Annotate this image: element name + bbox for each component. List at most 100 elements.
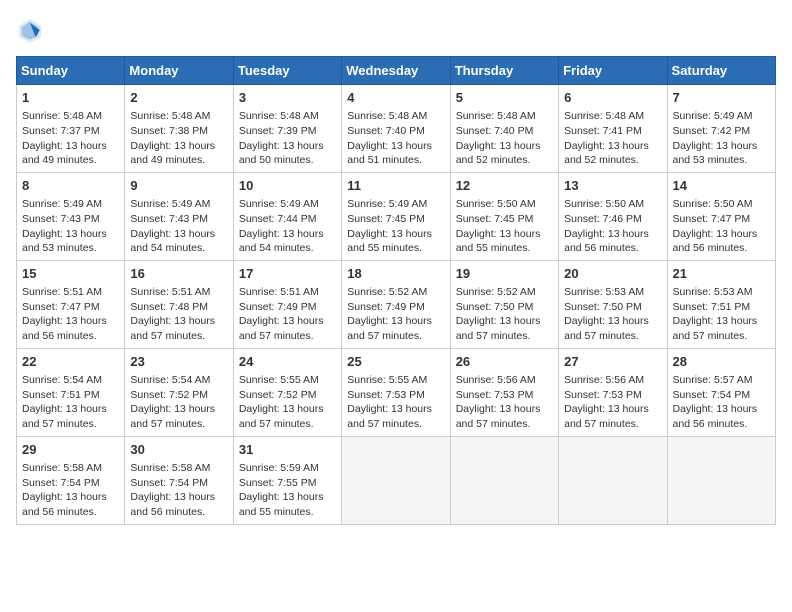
- calendar-cell: 16Sunrise: 5:51 AM Sunset: 7:48 PM Dayli…: [125, 260, 233, 348]
- calendar-week-row: 15 Sunrise: 5:51 AM Sunset: 7:47 PM Dayli…: [17, 260, 776, 348]
- day-info: Sunrise: 5:54 AM Sunset: 7:52 PM Dayligh…: [130, 373, 227, 432]
- calendar-week-row: 1 Sunrise: 5:48 AM Sunset: 7:37 PM Daylig…: [17, 85, 776, 173]
- day-number: 17: [239, 265, 336, 283]
- day-info: Sunrise: 5:49 AM Sunset: 7:42 PM Dayligh…: [673, 109, 770, 168]
- day-number: 21: [673, 265, 770, 283]
- calendar-header-monday: Monday: [125, 57, 233, 85]
- day-info: Sunrise: 5:51 AM Sunset: 7:47 PM Dayligh…: [22, 285, 119, 344]
- day-info: Sunrise: 5:52 AM Sunset: 7:49 PM Dayligh…: [347, 285, 444, 344]
- calendar-cell: 10 Sunrise: 5:49 AM Sunset: 7:44 PM Dayli…: [233, 172, 341, 260]
- day-info: Sunrise: 5:48 AM Sunset: 7:40 PM Dayligh…: [456, 109, 553, 168]
- calendar-cell: 7 Sunrise: 5:49 AM Sunset: 7:42 PM Daylig…: [667, 85, 775, 173]
- calendar-cell: 4Sunrise: 5:48 AM Sunset: 7:40 PM Daylig…: [342, 85, 450, 173]
- day-info: Sunrise: 5:50 AM Sunset: 7:45 PM Dayligh…: [456, 197, 553, 256]
- calendar-cell: 28 Sunrise: 5:57 AM Sunset: 7:54 PM Dayli…: [667, 348, 775, 436]
- day-info: Sunrise: 5:56 AM Sunset: 7:53 PM Dayligh…: [456, 373, 553, 432]
- day-info: Sunrise: 5:50 AM Sunset: 7:46 PM Dayligh…: [564, 197, 661, 256]
- calendar-table: SundayMondayTuesdayWednesdayThursdayFrid…: [16, 56, 776, 525]
- day-number: 12: [456, 177, 553, 195]
- day-number: 5: [456, 89, 553, 107]
- day-number: 22: [22, 353, 119, 371]
- calendar-cell: [342, 436, 450, 524]
- day-info: Sunrise: 5:48 AM Sunset: 7:41 PM Dayligh…: [564, 109, 661, 168]
- logo: [16, 16, 48, 44]
- day-number: 26: [456, 353, 553, 371]
- calendar-cell: 30 Sunrise: 5:58 AM Sunset: 7:54 PM Dayli…: [125, 436, 233, 524]
- calendar-cell: 24 Sunrise: 5:55 AM Sunset: 7:52 PM Dayli…: [233, 348, 341, 436]
- day-number: 27: [564, 353, 661, 371]
- day-number: 24: [239, 353, 336, 371]
- day-info: Sunrise: 5:48 AM Sunset: 7:40 PM Dayligh…: [347, 109, 444, 168]
- calendar-cell: [667, 436, 775, 524]
- day-number: 15: [22, 265, 119, 283]
- day-info: Sunrise: 5:49 AM Sunset: 7:43 PM Dayligh…: [22, 197, 119, 256]
- day-info: Sunrise: 5:55 AM Sunset: 7:53 PM Dayligh…: [347, 373, 444, 432]
- day-number: 20: [564, 265, 661, 283]
- calendar-cell: 2 Sunrise: 5:48 AM Sunset: 7:38 PM Daylig…: [125, 85, 233, 173]
- day-number: 9: [130, 177, 227, 195]
- day-info: Sunrise: 5:51 AM Sunset: 7:49 PM Dayligh…: [239, 285, 336, 344]
- day-info: Sunrise: 5:51 AM Sunset: 7:48 PM Dayligh…: [130, 285, 227, 344]
- calendar-cell: 21 Sunrise: 5:53 AM Sunset: 7:51 PM Dayli…: [667, 260, 775, 348]
- day-info: Sunrise: 5:50 AM Sunset: 7:47 PM Dayligh…: [673, 197, 770, 256]
- day-info: Sunrise: 5:55 AM Sunset: 7:52 PM Dayligh…: [239, 373, 336, 432]
- day-info: Sunrise: 5:53 AM Sunset: 7:51 PM Dayligh…: [673, 285, 770, 344]
- day-info: Sunrise: 5:52 AM Sunset: 7:50 PM Dayligh…: [456, 285, 553, 344]
- day-info: Sunrise: 5:58 AM Sunset: 7:54 PM Dayligh…: [130, 461, 227, 520]
- day-number: 30: [130, 441, 227, 459]
- day-number: 29: [22, 441, 119, 459]
- day-info: Sunrise: 5:49 AM Sunset: 7:45 PM Dayligh…: [347, 197, 444, 256]
- calendar-cell: 17 Sunrise: 5:51 AM Sunset: 7:49 PM Dayli…: [233, 260, 341, 348]
- calendar-cell: 12 Sunrise: 5:50 AM Sunset: 7:45 PM Dayli…: [450, 172, 558, 260]
- calendar-cell: 5 Sunrise: 5:48 AM Sunset: 7:40 PM Daylig…: [450, 85, 558, 173]
- day-number: 8: [22, 177, 119, 195]
- day-number: 18: [347, 265, 444, 283]
- day-info: Sunrise: 5:57 AM Sunset: 7:54 PM Dayligh…: [673, 373, 770, 432]
- day-number: 10: [239, 177, 336, 195]
- page-header: [16, 16, 776, 44]
- day-number: 11: [347, 177, 444, 195]
- calendar-cell: 27 Sunrise: 5:56 AM Sunset: 7:53 PM Dayli…: [559, 348, 667, 436]
- day-info: Sunrise: 5:58 AM Sunset: 7:54 PM Dayligh…: [22, 461, 119, 520]
- day-info: Sunrise: 5:59 AM Sunset: 7:55 PM Dayligh…: [239, 461, 336, 520]
- calendar-cell: 6 Sunrise: 5:48 AM Sunset: 7:41 PM Daylig…: [559, 85, 667, 173]
- calendar-header-row: SundayMondayTuesdayWednesdayThursdayFrid…: [17, 57, 776, 85]
- calendar-header-saturday: Saturday: [667, 57, 775, 85]
- day-info: Sunrise: 5:48 AM Sunset: 7:38 PM Dayligh…: [130, 109, 227, 168]
- day-info: Sunrise: 5:48 AM Sunset: 7:39 PM Dayligh…: [239, 109, 336, 168]
- day-number: 31: [239, 441, 336, 459]
- day-number: 25: [347, 353, 444, 371]
- day-number: 6: [564, 89, 661, 107]
- day-info: Sunrise: 5:53 AM Sunset: 7:50 PM Dayligh…: [564, 285, 661, 344]
- logo-icon: [16, 16, 44, 44]
- day-number: 1: [22, 89, 119, 107]
- calendar-week-row: 8 Sunrise: 5:49 AM Sunset: 7:43 PM Daylig…: [17, 172, 776, 260]
- day-number: 19: [456, 265, 553, 283]
- calendar-header-friday: Friday: [559, 57, 667, 85]
- calendar-header-sunday: Sunday: [17, 57, 125, 85]
- day-number: 2: [130, 89, 227, 107]
- calendar-header-thursday: Thursday: [450, 57, 558, 85]
- calendar-cell: 26 Sunrise: 5:56 AM Sunset: 7:53 PM Dayli…: [450, 348, 558, 436]
- calendar-cell: [559, 436, 667, 524]
- calendar-week-row: 29 Sunrise: 5:58 AM Sunset: 7:54 PM Dayli…: [17, 436, 776, 524]
- calendar-cell: 20 Sunrise: 5:53 AM Sunset: 7:50 PM Dayli…: [559, 260, 667, 348]
- calendar-cell: 31 Sunrise: 5:59 AM Sunset: 7:55 PM Dayli…: [233, 436, 341, 524]
- day-info: Sunrise: 5:49 AM Sunset: 7:44 PM Dayligh…: [239, 197, 336, 256]
- day-info: Sunrise: 5:54 AM Sunset: 7:51 PM Dayligh…: [22, 373, 119, 432]
- calendar-cell: 23Sunrise: 5:54 AM Sunset: 7:52 PM Dayli…: [125, 348, 233, 436]
- day-number: 14: [673, 177, 770, 195]
- calendar-cell: 22 Sunrise: 5:54 AM Sunset: 7:51 PM Dayli…: [17, 348, 125, 436]
- calendar-cell: 13Sunrise: 5:50 AM Sunset: 7:46 PM Dayli…: [559, 172, 667, 260]
- day-number: 28: [673, 353, 770, 371]
- calendar-week-row: 22 Sunrise: 5:54 AM Sunset: 7:51 PM Dayli…: [17, 348, 776, 436]
- day-info: Sunrise: 5:49 AM Sunset: 7:43 PM Dayligh…: [130, 197, 227, 256]
- day-info: Sunrise: 5:48 AM Sunset: 7:37 PM Dayligh…: [22, 109, 119, 168]
- day-number: 3: [239, 89, 336, 107]
- calendar-cell: [450, 436, 558, 524]
- calendar-cell: 11 Sunrise: 5:49 AM Sunset: 7:45 PM Dayli…: [342, 172, 450, 260]
- day-info: Sunrise: 5:56 AM Sunset: 7:53 PM Dayligh…: [564, 373, 661, 432]
- day-number: 7: [673, 89, 770, 107]
- calendar-cell: 9 Sunrise: 5:49 AM Sunset: 7:43 PM Daylig…: [125, 172, 233, 260]
- calendar-cell: 29 Sunrise: 5:58 AM Sunset: 7:54 PM Dayli…: [17, 436, 125, 524]
